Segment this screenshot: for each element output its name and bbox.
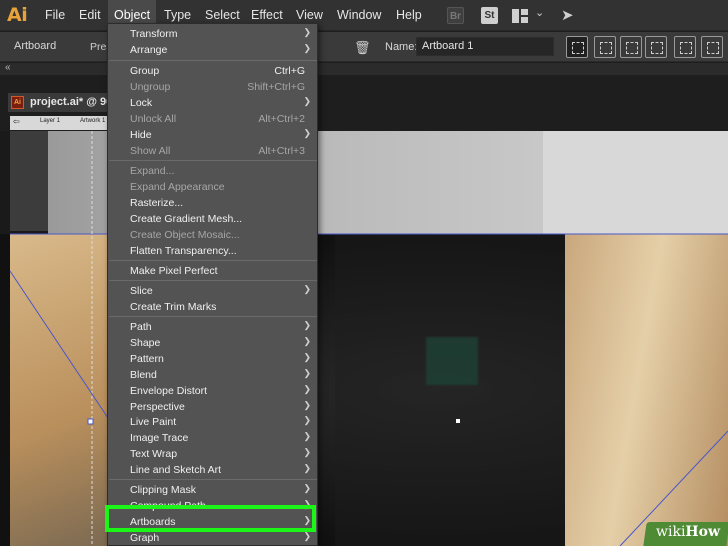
watermark-text: wikiHow [656,524,721,540]
menu-separator [109,260,317,261]
menu-item-expand[interactable]: Expand... [108,163,317,179]
menu-item-flatten-transparency[interactable]: Flatten Transparency... [108,243,317,259]
submenu-arrow-icon: ❯ [303,336,311,346]
chevron-down-icon[interactable]: ⌄ [535,6,544,19]
submenu-arrow-icon: ❯ [303,400,311,410]
submenu-arrow-icon: ❯ [303,483,311,493]
stock-icon[interactable]: St [481,7,498,24]
menu-item-graph[interactable]: Graph ❯ [108,530,317,545]
menu-item-make-pixel-perfect[interactable]: Make Pixel Perfect [108,263,317,279]
rocket-icon[interactable]: ➤ [561,6,574,24]
back-arrow-icon[interactable]: ⇦ [13,117,20,126]
menu-separator [109,60,317,61]
fit-artboard-icon[interactable] [645,36,667,58]
submenu-arrow-icon: ❯ [303,384,311,394]
delete-artboard-icon[interactable]: 🗑 [354,40,371,56]
menu-separator [109,316,317,317]
submenu-arrow-icon: ❯ [303,352,311,362]
submenu-arrow-icon: ❯ [303,531,311,541]
menu-help[interactable]: Help [390,0,428,31]
object-menu-dropdown: Transform ❯ Arrange ❯ Group Ctrl+G Ungroup S… [107,23,318,546]
submenu-arrow-icon: ❯ [303,43,311,53]
menu-item-path[interactable]: Path ❯ [108,319,317,335]
menu-item-create-trim-marks[interactable]: Create Trim Marks [108,299,317,315]
submenu-arrow-icon: ❯ [303,431,311,441]
submenu-arrow-icon: ❯ [303,96,311,106]
menu-item-group[interactable]: Group Ctrl+G [108,63,317,79]
menu-item-rasterize[interactable]: Rasterize... [108,195,317,211]
artboard-label: Artboard [14,40,57,52]
menu-item-clipping-mask[interactable]: Clipping Mask ❯ [108,482,317,498]
menu-item-image-trace[interactable]: Image Trace ❯ [108,430,317,446]
menu-item-show-all[interactable]: Show All Alt+Ctrl+3 [108,143,317,159]
menu-item-envelope-distort[interactable]: Envelope Distort ❯ [108,383,317,399]
app-logo: Ai [7,4,28,26]
menu-separator [109,479,317,480]
layers-breadcrumb: ⇦ Layer 1 Artwork 1 [10,116,108,130]
rearrange-artboards-icon[interactable] [701,36,723,58]
menu-item-create-gradient-mesh[interactable]: Create Gradient Mesh... [108,211,317,227]
artwork-label[interactable]: Artwork 1 [80,118,105,124]
menu-item-ungroup[interactable]: Ungroup Shift+Ctrl+G [108,79,317,95]
menu-item-text-wrap[interactable]: Text Wrap ❯ [108,446,317,462]
submenu-arrow-icon: ❯ [303,284,311,294]
name-label: Name: [385,41,418,53]
collapse-icon[interactable]: « [5,62,11,73]
menu-edit[interactable]: Edit [73,0,107,31]
menu-item-unlock-all[interactable]: Unlock All Alt+Ctrl+2 [108,111,317,127]
menu-item-transform[interactable]: Transform ❯ [108,26,317,42]
submenu-arrow-icon: ❯ [303,368,311,378]
menu-item-lock[interactable]: Lock ❯ [108,95,317,111]
layer-label[interactable]: Layer 1 [40,118,60,124]
menu-item-live-paint[interactable]: Live Paint ❯ [108,414,317,430]
move-artwork-icon[interactable] [566,36,588,58]
submenu-arrow-icon: ❯ [303,447,311,457]
menu-item-hide[interactable]: Hide ❯ [108,127,317,143]
menu-item-blend[interactable]: Blend ❯ [108,367,317,383]
menu-item-create-object-mosaic[interactable]: Create Object Mosaic... [108,227,317,243]
bridge-icon[interactable]: Br [447,7,464,24]
artboard-panel-icon[interactable] [674,36,696,58]
submenu-arrow-icon: ❯ [303,27,311,37]
menu-separator [109,280,317,281]
menu-separator [109,160,317,161]
menu-file[interactable]: File [39,0,71,31]
menu-item-arrange[interactable]: Arrange ❯ [108,42,317,58]
ai-file-icon: Ai [11,96,24,109]
document-title: project.ai* @ 90 [30,96,113,108]
submenu-arrow-icon: ❯ [303,463,311,473]
artboards-highlight-box [105,505,316,532]
submenu-arrow-icon: ❯ [303,320,311,330]
submenu-arrow-icon: ❯ [303,415,311,425]
menu-item-perspective[interactable]: Perspective ❯ [108,399,317,415]
menu-item-expand-appearance[interactable]: Expand Appearance [108,179,317,195]
menu-item-line-and-sketch-art[interactable]: Line and Sketch Art ❯ [108,462,317,478]
submenu-arrow-icon: ❯ [303,128,311,138]
menu-item-pattern[interactable]: Pattern ❯ [108,351,317,367]
new-artboard-icon[interactable] [620,36,642,58]
menu-item-shape[interactable]: Shape ❯ [108,335,317,351]
artboard-options-icon[interactable] [594,36,616,58]
document-tab[interactable]: Ai project.ai* @ 90 [8,93,112,112]
artboard-name-input[interactable]: Artboard 1 [416,37,554,56]
menu-window[interactable]: Window [331,0,387,31]
menu-item-slice[interactable]: Slice ❯ [108,283,317,299]
workspace-layout-icon[interactable] [512,9,528,23]
